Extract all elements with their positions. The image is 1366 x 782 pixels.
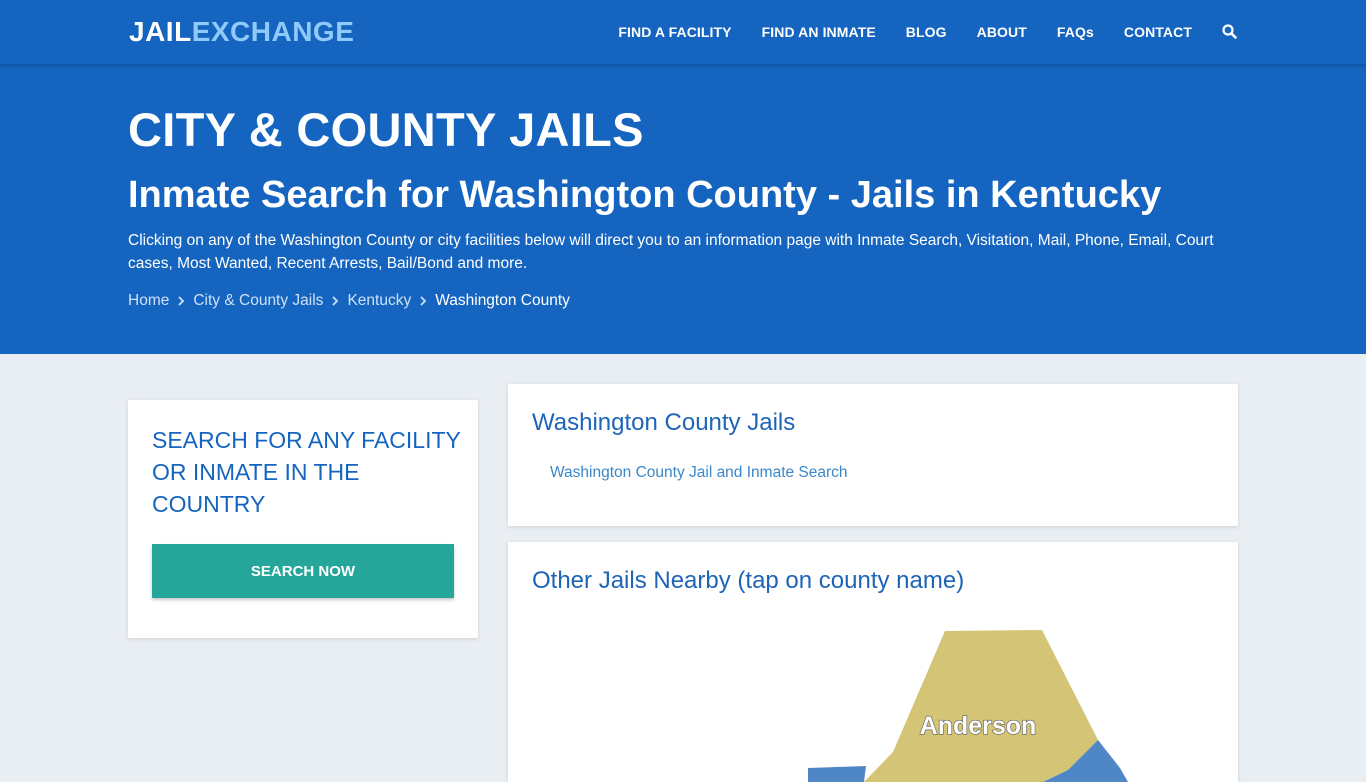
nav-find-an-inmate[interactable]: FIND AN INMATE <box>762 24 876 40</box>
chevron-right-icon <box>411 295 435 307</box>
county-jails-card: Washington County Jails Washington Count… <box>508 384 1238 526</box>
county-jails-heading: Washington County Jails <box>532 409 796 436</box>
nav-find-a-facility[interactable]: FIND A FACILITY <box>618 24 731 40</box>
breadcrumb: Home City & County Jails Kentucky Washin… <box>128 292 570 310</box>
logo-part-exchange: EXCHANGE <box>191 16 355 47</box>
search-icon[interactable] <box>1222 24 1238 40</box>
top-navbar: JAILEXCHANGE FIND A FACILITY FIND AN INM… <box>0 0 1366 64</box>
nav-blog[interactable]: BLOG <box>906 24 947 40</box>
site-logo[interactable]: JAILEXCHANGE <box>129 16 354 48</box>
search-icon-glyph <box>1222 24 1237 39</box>
nav-faqs[interactable]: FAQs <box>1057 24 1094 40</box>
page-title: CITY & COUNTY JAILS <box>128 103 644 156</box>
page-description: Clicking on any of the Washington County… <box>128 232 1214 272</box>
breadcrumb-city-county-jails[interactable]: City & County Jails <box>193 292 323 310</box>
hero-section: CITY & COUNTY JAILS Inmate Search for Wa… <box>0 64 1366 354</box>
search-promo-card: SEARCH FOR ANY FACILITY OR INMATE IN THE… <box>128 400 478 638</box>
county-label-anderson[interactable]: Anderson <box>919 711 1037 740</box>
page-subtitle: Inmate Search for Washington County - Ja… <box>128 174 1162 216</box>
search-promo-heading: SEARCH FOR ANY FACILITY OR INMATE IN THE… <box>152 427 461 517</box>
chevron-right-icon <box>169 295 193 307</box>
main-nav: FIND A FACILITY FIND AN INMATE BLOG ABOU… <box>588 0 1238 64</box>
breadcrumb-kentucky[interactable]: Kentucky <box>347 292 411 310</box>
jail-link[interactable]: Washington County Jail and Inmate Search <box>550 464 848 482</box>
nearby-jails-card: Other Jails Nearby (tap on county name) … <box>508 542 1238 782</box>
chevron-right-icon <box>323 295 347 307</box>
nav-about[interactable]: ABOUT <box>977 24 1027 40</box>
breadcrumb-current: Washington County <box>435 292 570 309</box>
logo-part-jail: JAIL <box>129 16 192 47</box>
county-region-anderson[interactable] <box>864 630 1098 782</box>
search-now-button[interactable]: SEARCH NOW <box>152 544 454 598</box>
nav-contact[interactable]: CONTACT <box>1124 24 1192 40</box>
breadcrumb-home[interactable]: Home <box>128 292 169 310</box>
county-map: Anderson <box>808 630 1128 782</box>
county-region-neighbor-west[interactable] <box>808 766 866 782</box>
